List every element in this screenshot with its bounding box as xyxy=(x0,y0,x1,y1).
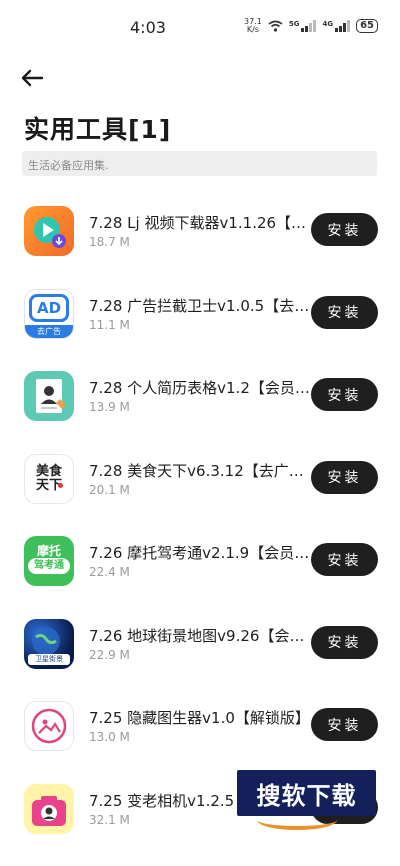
back-arrow-icon xyxy=(21,69,44,87)
wifi-icon xyxy=(268,20,283,32)
status-time: 4:03 xyxy=(130,18,166,37)
signal-5g-icon: 5G xyxy=(289,20,317,32)
app-row[interactable]: AD 去广告 7.28 广告拦截卫士v1.0.5【去广告】 11.1 M 安装 xyxy=(0,277,400,360)
signal-4g-label: 4G xyxy=(322,20,334,28)
app-row[interactable]: 摩托 驾考通 7.26 摩托驾考通v2.1.9【会员版】 22.4 M 安装 xyxy=(0,524,400,607)
install-button[interactable]: 安装 xyxy=(311,625,378,659)
status-icons: 37.1 K/s 5G 4G 65 xyxy=(244,18,378,34)
app-size: 13.0 M xyxy=(89,730,130,744)
earth-map-icon[interactable]: 卫星街景 xyxy=(24,618,74,669)
app-size: 20.1 M xyxy=(89,482,130,497)
signal-5g-label: 5G xyxy=(288,20,300,28)
ad-block-icon[interactable]: AD 去广告 xyxy=(24,288,74,339)
food-icon[interactable]: 美食 天下 xyxy=(24,453,74,504)
network-speed: 37.1 K/s xyxy=(244,18,262,34)
app-size: 18.7 M xyxy=(89,235,130,249)
app-row[interactable]: 卫星街景 7.26 地球街景地图v9.26【会员版】 22.9 M 安装 xyxy=(0,607,400,690)
moto-icon-text-bottom: 驾考通 xyxy=(28,558,70,574)
watermark-logo: 搜软下载 xyxy=(237,770,376,830)
food-icon-text-top: 美食 xyxy=(35,463,62,479)
aging-camera-icon[interactable] xyxy=(24,783,74,834)
install-button[interactable]: 安装 xyxy=(311,295,378,329)
subtitle-banner: 生活必备应用集. xyxy=(22,151,377,176)
app-row[interactable]: 7.28 Lj 视频下载器v1.1.26【去广告】 18.7 M 安装 xyxy=(0,194,400,277)
battery-indicator: 65 xyxy=(356,19,378,33)
app-name: 7.28 个人简历表格v1.2【会员版】 xyxy=(89,379,311,397)
watermark-text: 搜软下载 xyxy=(256,781,357,810)
back-button[interactable] xyxy=(20,68,50,94)
app-row[interactable]: 7.28 个人简历表格v1.2【会员版】 13.9 M 安装 xyxy=(0,359,400,442)
earth-icon-caption: 卫星街景 xyxy=(28,653,70,665)
app-size: 22.4 M xyxy=(89,565,130,579)
food-icon-text-bottom: 天下 xyxy=(35,477,62,493)
install-button[interactable]: 安装 xyxy=(311,378,378,411)
app-size: 32.1 M xyxy=(89,812,130,827)
app-size: 11.1 M xyxy=(89,317,130,332)
moto-exam-icon[interactable]: 摩托 驾考通 xyxy=(24,536,74,586)
app-row[interactable]: 7.25 隐藏图生器v1.0【解锁版】 13.0 M 安装 xyxy=(0,689,400,772)
ad-icon-caption: 去广告 xyxy=(25,324,73,338)
subtitle-text: 生活必备应用集. xyxy=(28,159,109,172)
ad-icon-text: AD xyxy=(29,293,69,322)
app-name: 7.28 美食天下v6.3.12【去广告】 xyxy=(89,461,311,480)
food-icon-dot xyxy=(58,482,63,488)
app-list: 7.28 Lj 视频下载器v1.1.26【去广告】 18.7 M 安装 AD 去… xyxy=(0,194,400,854)
install-button[interactable]: 安装 xyxy=(311,543,378,576)
install-button[interactable]: 安装 xyxy=(311,708,378,741)
app-name: 7.28 广告拦截卫士v1.0.5【去广告】 xyxy=(89,296,311,315)
moto-icon-text-top: 摩托 xyxy=(36,544,61,558)
app-size: 13.9 M xyxy=(89,400,130,414)
install-button[interactable]: 安装 xyxy=(311,460,378,494)
resume-icon[interactable] xyxy=(24,371,74,421)
video-download-icon[interactable] xyxy=(24,206,74,256)
hidden-image-icon[interactable] xyxy=(24,701,74,751)
app-name: 7.25 隐藏图生器v1.0【解锁版】 xyxy=(89,709,310,727)
network-speed-unit: K/s xyxy=(246,25,259,34)
page-title: 实用工具[1] xyxy=(24,115,172,144)
app-name: 7.28 Lj 视频下载器v1.1.26【去广告】 xyxy=(89,214,311,232)
app-name: 7.26 地球街景地图v9.26【会员版】 xyxy=(89,626,311,645)
app-row[interactable]: 美食 天下 7.28 美食天下v6.3.12【去广告】 20.1 M 安装 xyxy=(0,442,400,525)
app-name: 7.26 摩托驾考通v2.1.9【会员版】 xyxy=(89,544,311,562)
signal-4g-icon: 4G xyxy=(322,20,351,32)
watermark-arc xyxy=(257,810,337,830)
install-button[interactable]: 安装 xyxy=(311,213,378,246)
status-bar: 4:03 37.1 K/s 5G 4G 65 xyxy=(0,0,400,58)
app-size: 22.9 M xyxy=(89,647,130,662)
